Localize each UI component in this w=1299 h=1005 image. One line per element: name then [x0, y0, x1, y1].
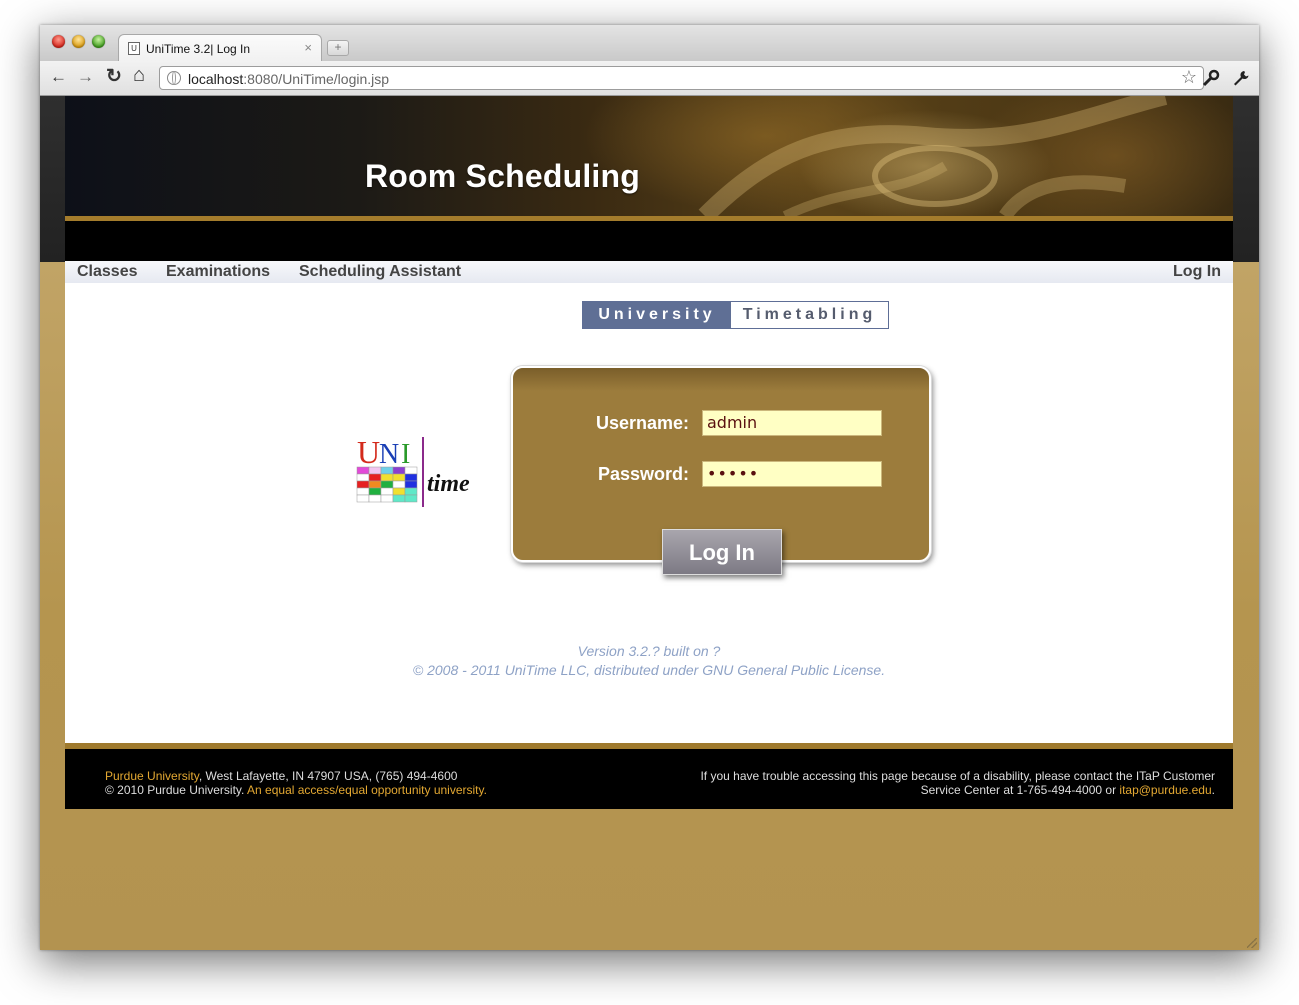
address-bar[interactable]: localhost:8080/UniTime/login.jsp ☆ [159, 66, 1204, 90]
username-label: Username: [595, 413, 689, 433]
svg-text:U: U [357, 434, 380, 470]
menu-item-classes[interactable]: Classes [77, 263, 138, 281]
svg-text:N: N [379, 439, 399, 470]
url-text: localhost:8080/UniTime/login.jsp [188, 71, 389, 87]
footer-copyright: © 2010 Purdue University. An equal acces… [105, 783, 487, 797]
accessibility-line1: If you have trouble accessing this page … [700, 769, 1215, 783]
license-text: © 2008 - 2011 UniTime LLC, distributed u… [412, 662, 886, 678]
login-button[interactable]: Log In [662, 529, 782, 575]
tab-title: UniTime 3.2| Log In [146, 42, 251, 56]
password-label: Password: [597, 464, 689, 484]
main-content: University Timetabling U N I time Userna… [65, 283, 1233, 743]
footer-address-text: , West Lafayette, IN 47907 USA, (765) 49… [198, 769, 458, 783]
menu-item-examinations[interactable]: Examinations [166, 263, 270, 281]
menu-bar: Classes Examinations Scheduling Assistan… [65, 261, 1233, 283]
itap-email-link[interactable]: itap@purdue.edu [1119, 783, 1211, 797]
forward-icon[interactable]: → [77, 67, 94, 87]
reload-icon[interactable]: ↻ [106, 65, 122, 88]
svg-text:I: I [401, 439, 410, 470]
tab-close-icon[interactable]: × [304, 40, 312, 55]
wrench-icon[interactable] [1232, 69, 1250, 87]
resize-grip-icon[interactable] [1247, 938, 1257, 948]
footer: Purdue University, West Lafayette, IN 47… [65, 749, 1233, 809]
page-favicon-icon: U [128, 42, 140, 55]
banner-campus-image [698, 96, 1168, 216]
equal-access-link[interactable]: An equal access/equal opportunity univer… [247, 783, 487, 797]
password-field[interactable]: ••••• [702, 461, 882, 487]
new-tab-button[interactable]: + [327, 40, 349, 56]
university-timetabling-logo: University Timetabling [582, 301, 889, 329]
footer-period: . [1211, 783, 1215, 797]
unitime-logo: U N I time [356, 434, 470, 507]
version-text: Version 3.2.? built on ? [577, 643, 721, 659]
url-path: :8080/UniTime/login.jsp [243, 71, 390, 87]
copyright-text: © 2010 Purdue University. [105, 783, 248, 797]
back-icon[interactable]: ← [50, 67, 67, 87]
star-icon[interactable]: ☆ [1181, 67, 1197, 88]
footer-address: Purdue University, West Lafayette, IN 47… [105, 769, 457, 783]
minimize-window-button[interactable] [72, 35, 85, 48]
page-title: Room Scheduling [365, 158, 640, 194]
tab-strip: U UniTime 3.2| Log In × + [40, 25, 1259, 62]
key-icon[interactable] [1202, 69, 1220, 87]
page: Room Scheduling Classes Examinations Sch… [40, 96, 1259, 950]
home-icon[interactable]: ⌂ [133, 64, 145, 87]
zoom-window-button[interactable] [92, 35, 105, 48]
browser-window: U UniTime 3.2| Log In × + ← → ↻ ⌂ localh… [40, 25, 1259, 950]
menu-login-link[interactable]: Log In [1173, 263, 1221, 281]
service-center-text: Service Center at 1-765-494-4000 or [920, 783, 1120, 797]
header-black-bar [65, 221, 1233, 261]
logo-university-text: University [583, 302, 731, 328]
close-window-button[interactable] [52, 35, 65, 48]
svg-text:time: time [427, 471, 470, 497]
menu-item-scheduling-assistant[interactable]: Scheduling Assistant [299, 263, 461, 281]
browser-tab[interactable]: U UniTime 3.2| Log In × [118, 34, 322, 62]
header-banner: Room Scheduling [65, 96, 1233, 216]
globe-icon [167, 71, 181, 85]
username-field[interactable]: admin [702, 410, 882, 436]
purdue-link[interactable]: Purdue University [105, 769, 199, 783]
url-host: localhost [188, 71, 244, 87]
accessibility-line2: Service Center at 1-765-494-4000 or itap… [921, 783, 1215, 797]
logo-timetabling-text: Timetabling [742, 306, 877, 323]
browser-toolbar: ← → ↻ ⌂ localhost:8080/UniTime/login.jsp… [40, 61, 1259, 96]
